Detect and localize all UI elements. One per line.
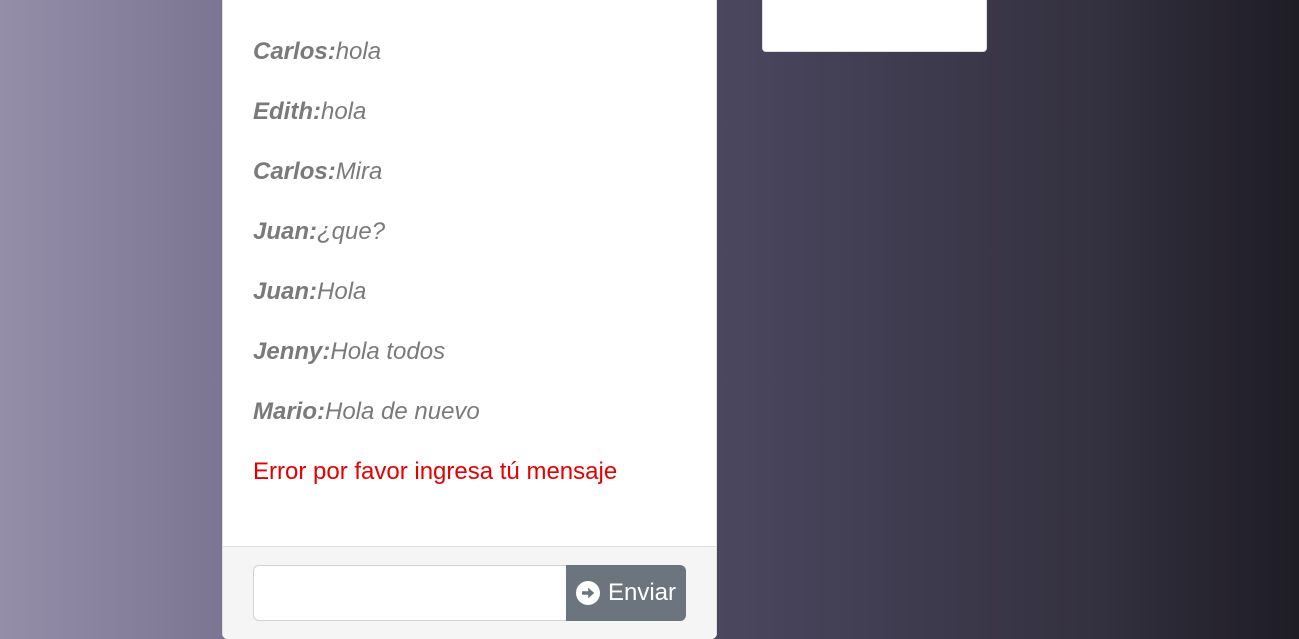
chat-message: Carlos:Mira	[253, 153, 696, 213]
composer-footer: Enviar	[223, 546, 716, 639]
chat-message: Carlos:hola	[253, 33, 696, 93]
message-text: hola	[335, 38, 382, 65]
send-button-label: Enviar	[607, 579, 677, 606]
message-text: ¿que?	[317, 218, 386, 245]
message-text: Hola	[317, 278, 367, 305]
message-text: Hola todos	[330, 338, 446, 365]
arrow-circle-right-icon	[575, 581, 600, 605]
message-list: Carlos:hola Edith:hola Carlos:Mira Juan:…	[253, 33, 696, 491]
chat-message: Jenny:Hola todos	[253, 333, 696, 393]
message-input[interactable]	[253, 565, 566, 621]
chat-panel: Carlos:hola Edith:hola Carlos:Mira Juan:…	[222, 0, 717, 639]
error-message: Error por favor ingresa tú mensaje	[253, 458, 618, 485]
message-author: Juan:	[253, 278, 318, 305]
message-author: Mario:	[253, 398, 325, 425]
message-text: Mira	[335, 158, 383, 185]
message-text: Hola de nuevo	[325, 398, 480, 425]
message-author: Juan:	[253, 218, 318, 245]
chat-message: Juan:Hola	[253, 273, 696, 333]
composer-input-group: Enviar	[253, 565, 686, 621]
message-author: Carlos:	[253, 38, 336, 65]
chat-message: Edith:hola	[253, 93, 696, 153]
send-button[interactable]: Enviar	[566, 565, 686, 621]
message-author: Edith:	[253, 98, 321, 125]
message-author: Jenny:	[253, 338, 331, 365]
message-author: Carlos:	[253, 158, 336, 185]
chat-message: Mario:Hola de nuevo	[253, 393, 696, 453]
side-panel	[762, 0, 987, 52]
chat-message: Juan:¿que?	[253, 213, 696, 273]
message-text: hola	[320, 98, 367, 125]
